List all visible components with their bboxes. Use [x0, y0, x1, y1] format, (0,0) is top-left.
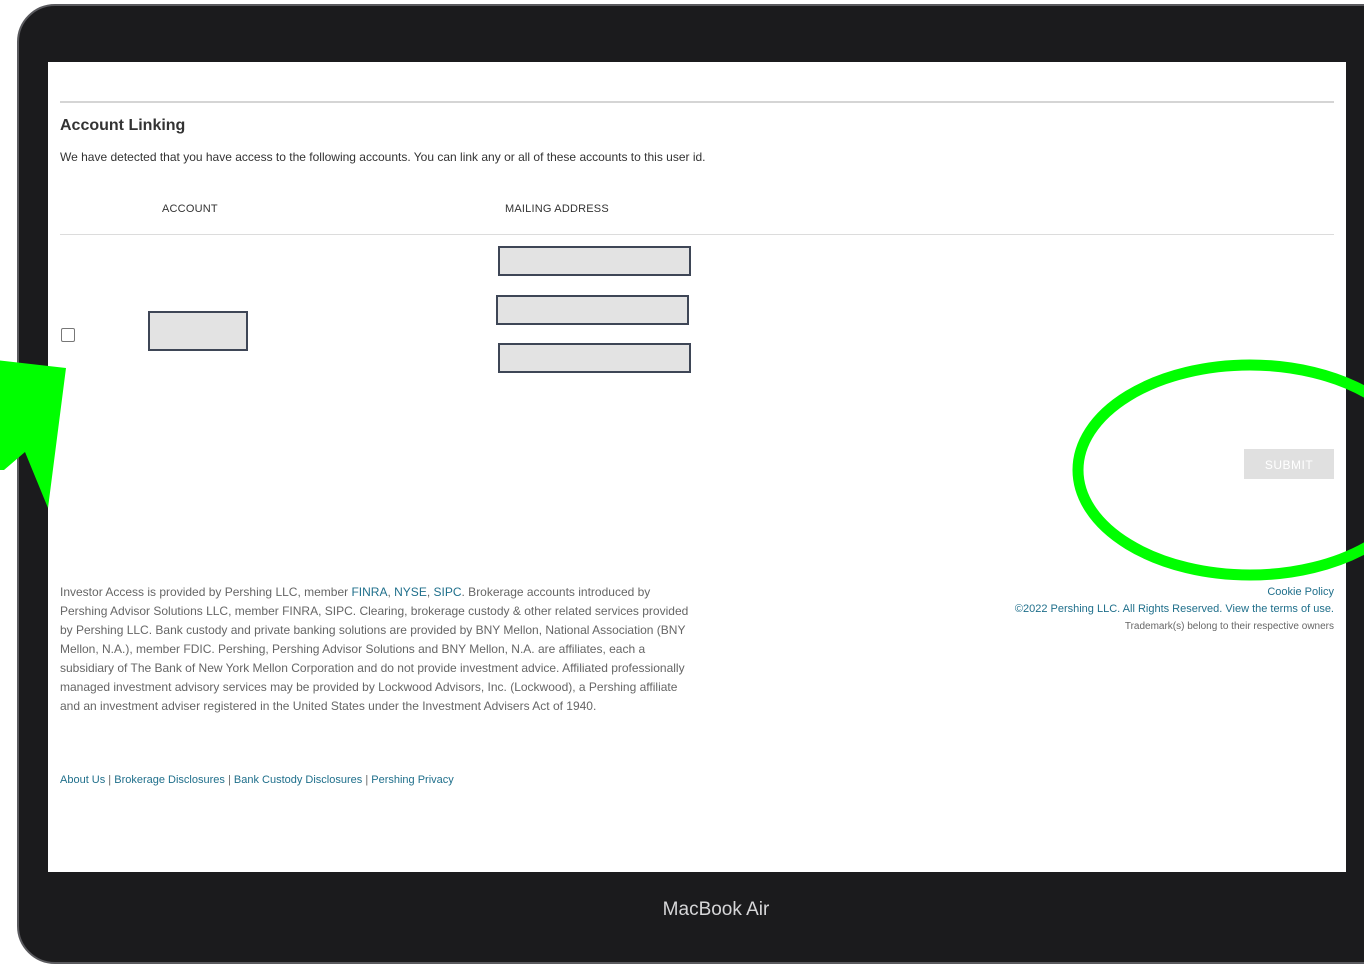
redacted-address-line-3 [498, 343, 691, 373]
redacted-account-number [148, 311, 248, 351]
account-checkbox[interactable] [61, 328, 75, 342]
brokerage-disclosures-link[interactable]: Brokerage Disclosures [114, 774, 225, 786]
page-title: Account Linking [60, 117, 186, 134]
column-header-account: ACCOUNT [162, 203, 218, 215]
divider [60, 234, 1334, 235]
browser-page: Account Linking We have detected that yo… [48, 62, 1346, 872]
nyse-link[interactable]: NYSE [394, 585, 427, 599]
trademark-notice: Trademark(s) belong to their respective … [1124, 621, 1334, 632]
copyright-terms-link[interactable]: ©2022 Pershing LLC. All Rights Reserved.… [1015, 603, 1334, 615]
bank-custody-disclosures-link[interactable]: Bank Custody Disclosures [234, 774, 362, 786]
footer-right: Cookie Policy ©2022 Pershing LLC. All Ri… [1015, 584, 1334, 635]
page-description: We have detected that you have access to… [60, 150, 706, 164]
pershing-privacy-link[interactable]: Pershing Privacy [371, 774, 454, 786]
finra-link[interactable]: FINRA [351, 585, 387, 599]
separator: , [426, 585, 434, 599]
redacted-address-line-2 [496, 295, 689, 325]
legal-text: . Brokerage accounts introduced by Persh… [60, 585, 689, 713]
divider [60, 101, 1334, 103]
separator: | [105, 774, 115, 786]
legal-text: Investor Access is provided by Pershing … [60, 585, 352, 599]
separator: | [362, 774, 372, 786]
separator: | [224, 774, 234, 786]
column-header-mailing-address: MAILING ADDRESS [505, 203, 609, 215]
legal-disclaimer: Investor Access is provided by Pershing … [60, 583, 700, 716]
device-label: MacBook Air [662, 899, 770, 920]
footer-links: About Us | Brokerage Disclosures | Bank … [60, 774, 454, 786]
sipc-link[interactable]: SIPC [434, 585, 462, 599]
submit-button[interactable]: SUBMIT [1244, 449, 1334, 479]
cookie-policy-link[interactable]: Cookie Policy [1267, 586, 1334, 598]
redacted-address-line-1 [498, 246, 691, 276]
about-us-link[interactable]: About Us [60, 774, 105, 786]
